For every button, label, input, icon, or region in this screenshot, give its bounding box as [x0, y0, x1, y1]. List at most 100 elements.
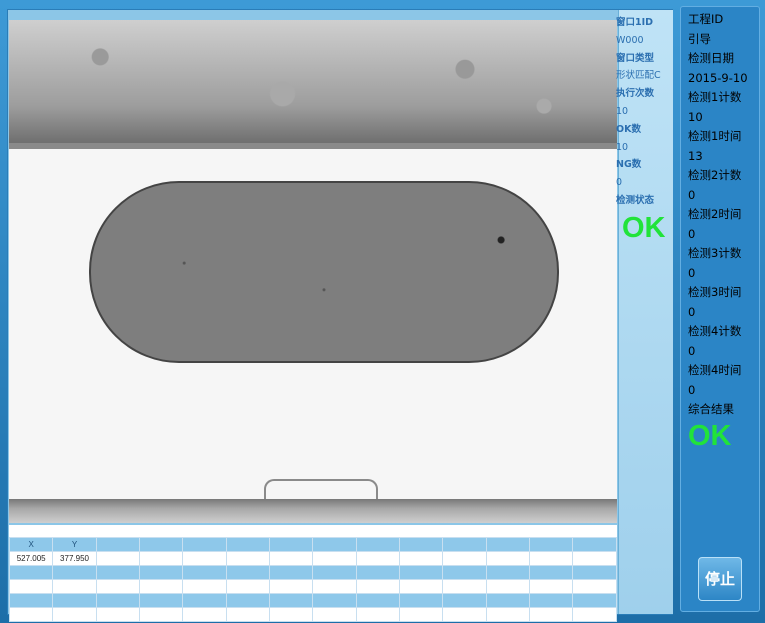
table-cell [225, 565, 271, 580]
table-cell [529, 565, 574, 580]
exec-count-value: 10 [616, 105, 629, 117]
camera-image [9, 20, 617, 523]
table-cell [399, 593, 444, 608]
table-cell [399, 579, 444, 594]
d3-count-value: 0 [688, 265, 696, 280]
date-value: 2015-9-10 [688, 70, 748, 85]
table-row [8, 565, 617, 580]
table-cell [572, 551, 617, 566]
table-cell [485, 565, 531, 580]
table-cell [225, 593, 271, 608]
table-cell [139, 579, 184, 594]
table-cell [355, 551, 401, 566]
d4-time-label: 检测4时间 [688, 363, 742, 377]
d3-count-label: 检测3计数 [688, 246, 742, 260]
table-cell [269, 551, 314, 566]
table-cell [442, 537, 487, 552]
table-cell [312, 579, 357, 594]
table-cell [485, 537, 531, 552]
table-cell [95, 579, 141, 594]
table-cell [52, 565, 97, 580]
image-viewer-panel: X Y 527.005 377.950 [7, 9, 673, 622]
table-cell [485, 551, 531, 566]
table-cell-x: 527.005 [8, 551, 54, 566]
table-cell [95, 537, 141, 552]
table-header-y: Y [52, 537, 97, 552]
table-row [8, 579, 617, 594]
table-cell [182, 565, 227, 580]
table-cell [572, 607, 617, 622]
table-cell [269, 607, 314, 622]
table-cell [225, 551, 271, 566]
table-row [8, 593, 617, 608]
table-cell [529, 579, 574, 594]
table-cell [485, 579, 531, 594]
table-cell [225, 579, 271, 594]
d2-count-value: 0 [688, 187, 696, 202]
result-value: OK [688, 420, 732, 452]
d4-time-value: 0 [688, 382, 696, 397]
status-label: 检测状态 [616, 194, 655, 206]
table-cell [139, 565, 184, 580]
coordinate-grid: X Y 527.005 377.950 [8, 537, 617, 622]
table-cell-y: 377.950 [52, 551, 97, 566]
table-cell [269, 565, 314, 580]
table-cell [355, 565, 401, 580]
stop-button[interactable]: 停止 [698, 557, 742, 601]
table-cell [529, 607, 574, 622]
image-top-edge [9, 143, 617, 149]
table-cell [182, 593, 227, 608]
table-cell [529, 593, 574, 608]
table-cell [139, 593, 184, 608]
exec-count-label: 执行次数 [616, 88, 655, 100]
table-cell [572, 579, 617, 594]
d3-time-value: 0 [688, 304, 696, 319]
table-cell [182, 607, 227, 622]
table-cell [572, 593, 617, 608]
d4-count-label: 检测4计数 [688, 324, 742, 338]
d3-time-label: 检测3时间 [688, 285, 742, 299]
summary-list: 工程ID 引导 检测日期 2015-9-10 检测1计数 10 检测1时间 13… [688, 10, 756, 420]
ng-count-label: NG数 [616, 159, 642, 171]
table-cell [572, 537, 617, 552]
window-info: 窗口1ID W000 窗口类型 形状匹配C 执行次数 10 OK数 10 NG数… [616, 14, 670, 210]
table-cell [8, 579, 54, 594]
table-cell [355, 579, 401, 594]
table-cell [182, 579, 227, 594]
window-type-label: 窗口类型 [616, 52, 655, 64]
table-header-row: X Y [8, 537, 617, 552]
d1-time-value: 13 [688, 148, 703, 163]
table-cell [269, 593, 314, 608]
table-cell [95, 607, 141, 622]
table-cell [399, 551, 444, 566]
table-cell [312, 565, 357, 580]
image-notch [264, 479, 378, 501]
table-cell [225, 607, 271, 622]
table-cell [269, 537, 314, 552]
table-cell [399, 565, 444, 580]
table-row [8, 607, 617, 622]
table-cell [139, 537, 184, 552]
table-cell [442, 579, 487, 594]
table-cell [182, 537, 227, 552]
table-cell [442, 607, 487, 622]
window-id-label: 窗口1ID [616, 17, 654, 28]
table-cell [95, 565, 141, 580]
window-status-value: OK [622, 212, 666, 244]
project-id-label: 工程ID [688, 12, 724, 26]
table-cell [95, 551, 141, 566]
date-label: 检测日期 [688, 51, 734, 65]
d2-time-label: 检测2时间 [688, 207, 742, 221]
ok-count-label: OK数 [616, 123, 641, 135]
d2-time-value: 0 [688, 226, 696, 241]
table-cell [355, 537, 401, 552]
table-cell [312, 593, 357, 608]
table-row: 527.005 377.950 [8, 551, 617, 566]
table-cell [182, 551, 227, 566]
table-cell [485, 607, 531, 622]
table-header-x: X [8, 537, 54, 552]
table-cell [442, 593, 487, 608]
table-cell [8, 607, 54, 622]
guide-label: 引导 [688, 31, 711, 46]
table-cell [399, 607, 444, 622]
